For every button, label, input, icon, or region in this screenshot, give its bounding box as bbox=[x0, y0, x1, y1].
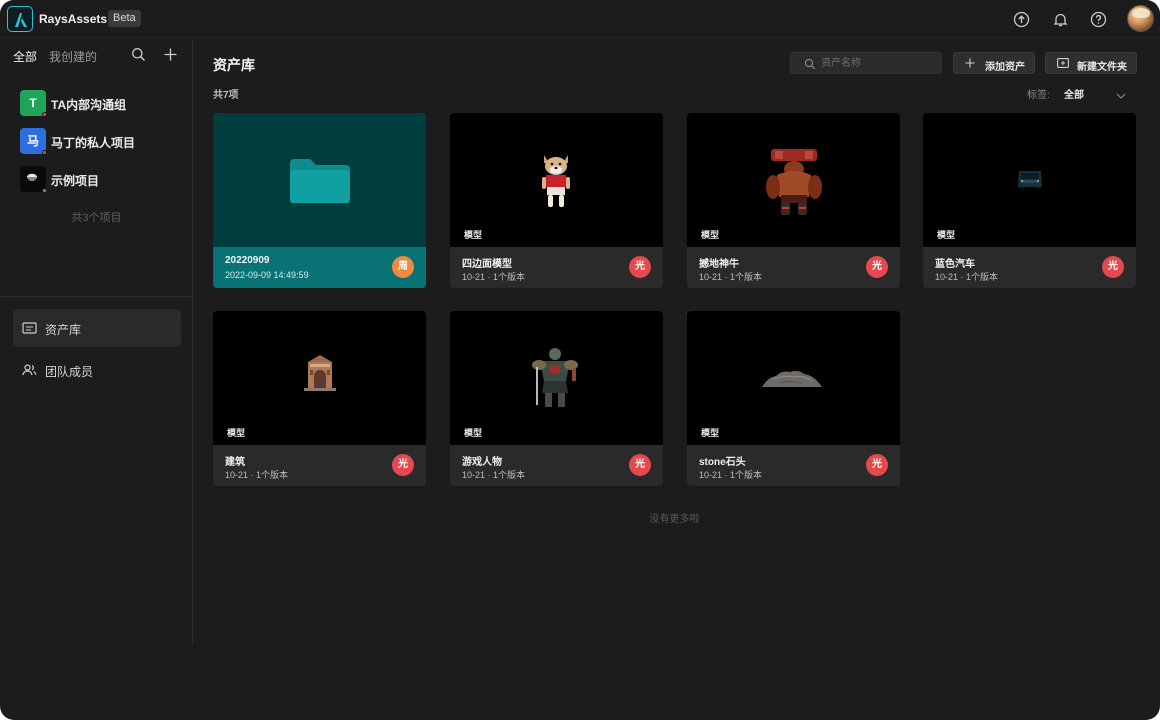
owner-avatar: 光 bbox=[866, 256, 888, 278]
new-folder-icon bbox=[1057, 58, 1069, 71]
asset-type-tag: 模型 bbox=[701, 428, 720, 438]
card-meta: 10-21 · 1个版本 bbox=[462, 272, 526, 282]
app-logo-icon[interactable] bbox=[7, 6, 33, 32]
asset-thumbnail bbox=[450, 311, 663, 445]
asset-type-tag: 模型 bbox=[464, 230, 483, 240]
card-meta: 10-21 · 1个版本 bbox=[462, 470, 526, 480]
asset-card[interactable]: 模型 四边面模型 10-21 · 1个版本 光 bbox=[450, 113, 663, 288]
asset-thumbnail bbox=[687, 311, 900, 445]
card-meta: 2022-09-09 14:49:59 bbox=[225, 270, 309, 280]
tag-filter-label: 标签: bbox=[1027, 90, 1050, 101]
card-meta: 10-21 · 1个版本 bbox=[935, 272, 999, 282]
bell-icon[interactable] bbox=[1052, 11, 1069, 28]
tag-filter-value: 全部 bbox=[1064, 90, 1084, 101]
total-count: 共7项 bbox=[213, 90, 239, 101]
asset-thumbnail bbox=[923, 113, 1136, 247]
building-model-icon bbox=[300, 352, 340, 397]
app-window: RaysAssets Beta 全部 我创建的 T TA内部沟通组 马 马丁的私… bbox=[0, 0, 1160, 720]
card-name: 四边面模型 bbox=[462, 259, 512, 270]
nav-label: 资产库 bbox=[45, 323, 82, 337]
app-name: RaysAssets bbox=[39, 12, 108, 26]
card-name: 20220909 bbox=[225, 255, 270, 266]
project-item-example[interactable]: 示例项目 bbox=[20, 166, 185, 194]
card-meta: 10-21 · 1个版本 bbox=[225, 470, 289, 480]
project-name: TA内部沟通组 bbox=[51, 98, 127, 112]
asset-card[interactable]: 模型 游戏人物 10-21 · 1个版本 光 bbox=[450, 311, 663, 486]
card-meta: 10-21 · 1个版本 bbox=[699, 470, 763, 480]
card-name: 建筑 bbox=[225, 457, 245, 468]
tab-all[interactable]: 全部 bbox=[13, 48, 37, 65]
bull-warrior-model-icon bbox=[763, 147, 825, 222]
card-name: stone石头 bbox=[699, 457, 746, 468]
search-icon bbox=[804, 57, 816, 75]
asset-card[interactable]: 模型 撼地神牛 10-21 · 1个版本 光 bbox=[687, 113, 900, 288]
folder-list-icon bbox=[22, 321, 37, 340]
chevron-down-icon bbox=[1116, 87, 1126, 105]
plus-icon bbox=[965, 58, 975, 71]
asset-card[interactable]: 模型 建筑 10-21 · 1个版本 光 bbox=[213, 311, 426, 486]
game-character-model-icon bbox=[530, 345, 580, 414]
card-meta: 10-21 · 1个版本 bbox=[699, 272, 763, 282]
asset-type-tag: 模型 bbox=[227, 428, 246, 438]
asset-thumbnail bbox=[213, 311, 426, 445]
asset-card[interactable]: 模型 stone石头 10-21 · 1个版本 光 bbox=[687, 311, 900, 486]
stone-model-icon bbox=[760, 367, 824, 394]
project-status-dot bbox=[42, 150, 47, 155]
tab-created-by-me[interactable]: 我创建的 bbox=[49, 48, 97, 65]
upload-icon[interactable] bbox=[1013, 11, 1030, 28]
asset-type-tag: 模型 bbox=[937, 230, 956, 240]
tag-filter-select[interactable]: 全部 bbox=[1058, 80, 1138, 102]
page-title: 资产库 bbox=[213, 57, 255, 73]
owner-avatar: 周 bbox=[392, 256, 414, 278]
folder-thumbnail bbox=[213, 113, 426, 247]
card-name: 游戏人物 bbox=[462, 457, 502, 468]
nav-team-members[interactable]: 团队成员 bbox=[13, 351, 181, 389]
nav-label: 团队成员 bbox=[45, 365, 94, 379]
nav-asset-library[interactable]: 资产库 bbox=[13, 309, 181, 347]
project-status-dot bbox=[42, 112, 47, 117]
project-status-dot bbox=[42, 188, 47, 193]
asset-type-tag: 模型 bbox=[464, 428, 483, 438]
add-asset-label: 添加资产 bbox=[985, 62, 1025, 73]
owner-avatar: 光 bbox=[1102, 256, 1124, 278]
card-name: 蓝色汽车 bbox=[935, 259, 975, 270]
add-project-icon[interactable] bbox=[163, 47, 178, 67]
project-item-ta[interactable]: T TA内部沟通组 bbox=[20, 90, 185, 118]
blue-car-model-icon bbox=[1016, 165, 1044, 196]
project-name: 示例项目 bbox=[51, 174, 100, 188]
no-more-text: 没有更多啦 bbox=[649, 514, 700, 525]
help-icon[interactable] bbox=[1090, 11, 1107, 28]
asset-card[interactable]: 模型 蓝色汽车 10-21 · 1个版本 光 bbox=[923, 113, 1136, 288]
project-item-martin[interactable]: 马 马丁的私人项目 bbox=[20, 128, 185, 156]
new-folder-button[interactable]: 新建文件夹 bbox=[1045, 52, 1137, 74]
asset-type-tag: 模型 bbox=[701, 230, 720, 240]
top-bar: RaysAssets Beta bbox=[0, 0, 1160, 38]
card-name: 撼地神牛 bbox=[699, 259, 739, 270]
search-icon[interactable] bbox=[131, 47, 146, 67]
project-count: 共3个项目 bbox=[71, 212, 122, 224]
owner-avatar: 光 bbox=[392, 454, 414, 476]
sidebar-divider bbox=[0, 296, 192, 297]
new-folder-label: 新建文件夹 bbox=[1077, 62, 1127, 73]
folder-icon bbox=[288, 157, 352, 210]
folder-card[interactable]: 20220909 2022-09-09 14:49:59 周 bbox=[213, 113, 426, 288]
project-name: 马丁的私人项目 bbox=[51, 136, 136, 150]
sidebar: 全部 我创建的 T TA内部沟通组 马 马丁的私人项目 示例项目 共3个项目 资… bbox=[0, 39, 193, 644]
owner-avatar: 光 bbox=[629, 454, 651, 476]
user-avatar[interactable] bbox=[1127, 5, 1154, 32]
asset-thumbnail bbox=[687, 113, 900, 247]
owner-avatar: 光 bbox=[629, 256, 651, 278]
search-input[interactable] bbox=[821, 55, 936, 71]
team-icon bbox=[22, 363, 37, 382]
asset-search[interactable] bbox=[790, 52, 942, 74]
dog-model-icon bbox=[538, 151, 574, 214]
asset-thumbnail bbox=[450, 113, 663, 247]
add-asset-button[interactable]: 添加资产 bbox=[953, 52, 1035, 74]
beta-badge: Beta bbox=[108, 10, 141, 27]
owner-avatar: 光 bbox=[866, 454, 888, 476]
